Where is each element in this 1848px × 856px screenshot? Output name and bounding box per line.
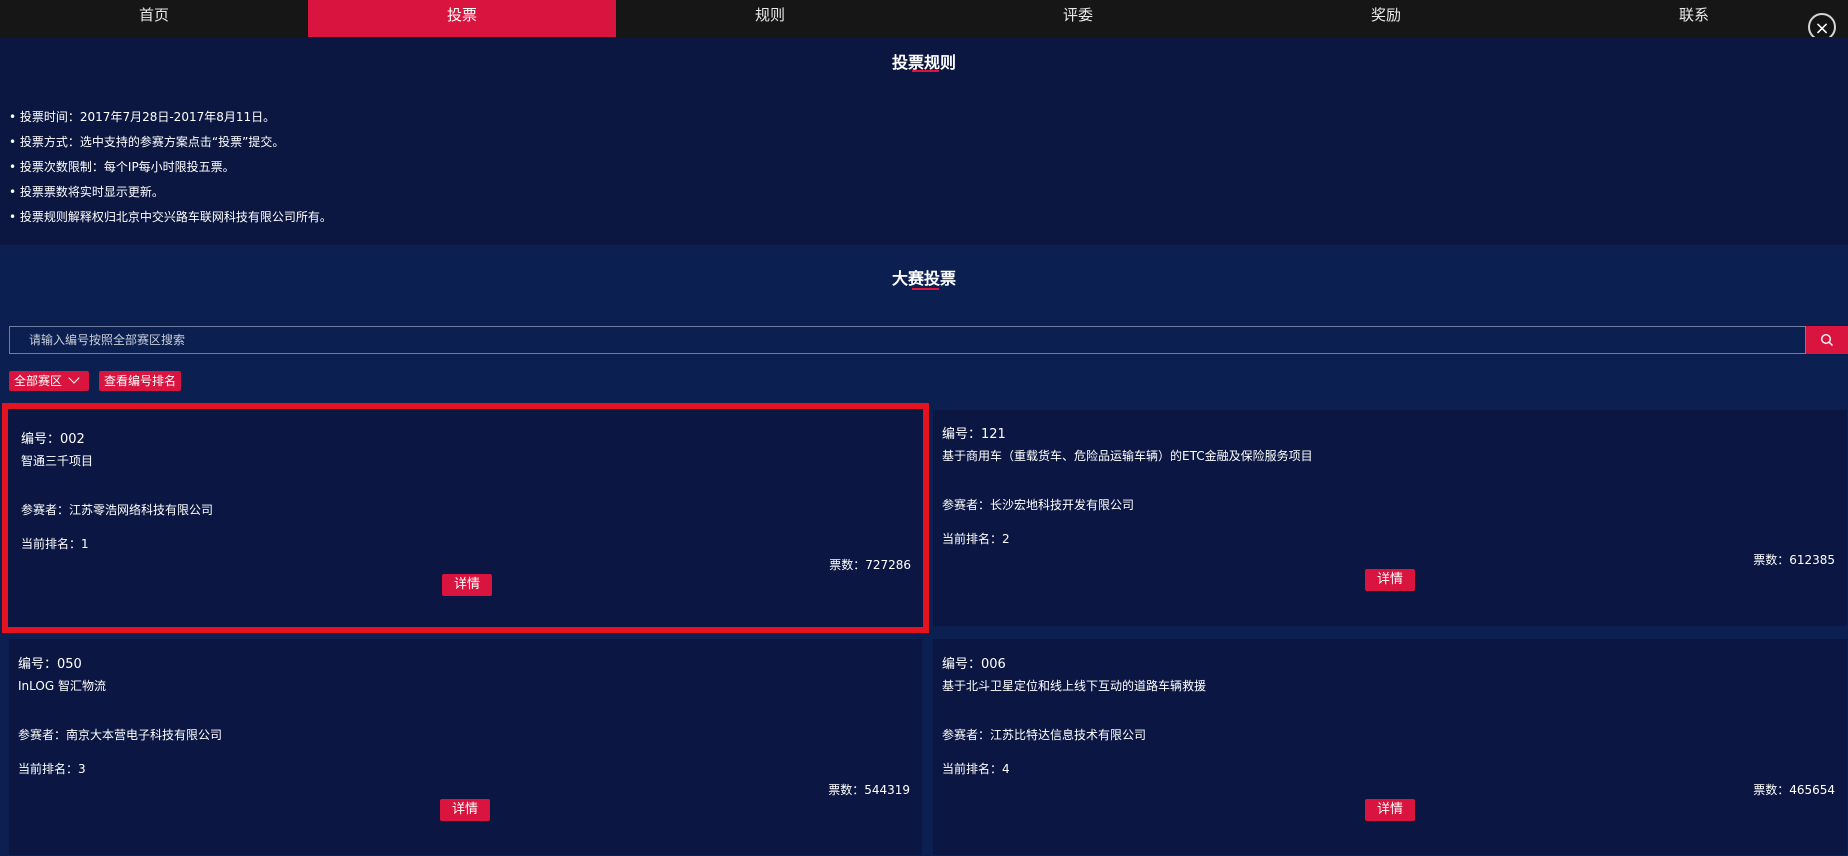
entry-participant: 参赛者：江苏比特达信息技术有限公司 [942,728,1147,742]
entry-votes: 票数：612385 [1753,553,1835,567]
region-select[interactable]: 全部赛区 [9,371,89,391]
nav-item-rules[interactable]: 规则 [616,0,924,37]
detail-button[interactable]: 详情 [440,799,490,821]
entry-participant: 参赛者：长沙宏地科技开发有限公司 [942,498,1135,512]
entry-name: InLOG 智汇物流 [18,679,106,693]
vote-section: 大赛投票 全部赛区 查看编号排名 编号：002 智通三千项目 参赛者：江苏零浩网… [0,245,1848,856]
chevron-down-icon [68,372,80,384]
entry-card: 编号：050 InLOG 智汇物流 参赛者：南京大本营电子科技有限公司 当前排名… [9,639,922,855]
nav-item-home[interactable]: 首页 [0,0,308,37]
entry-rank: 当前排名：4 [942,762,1010,776]
top-nav: 首页 投票 规则 评委 奖励 联系 [0,0,1848,37]
entry-card: 编号：121 基于商用车（重载货车、危险品运输车辆）的ETC金融及保险服务项目 … [933,410,1847,626]
rules-item: 投票票数将实时显示更新。 [9,180,332,205]
vote-title: 大赛投票 [891,269,956,288]
search-icon [1820,333,1833,346]
entry-votes: 票数：465654 [1753,783,1835,797]
entry-rank: 当前排名：2 [942,532,1010,546]
detail-button[interactable]: 详情 [1365,569,1415,591]
search-button[interactable] [1806,326,1848,354]
rules-item: 投票次数限制：每个IP每小时限投五票。 [9,155,332,180]
rules-item: 投票时间：2017年7月28日-2017年8月11日。 [9,105,332,130]
entry-name: 智通三千项目 [21,454,94,468]
nav-item-contact[interactable]: 联系 [1540,0,1848,37]
entry-name: 基于北斗卫星定位和线上线下互动的道路车辆救援 [942,679,1207,693]
search-input[interactable] [9,326,1806,354]
detail-button[interactable]: 详情 [1365,799,1415,821]
entry-rank: 当前排名：1 [21,537,89,551]
entry-card: 编号：006 基于北斗卫星定位和线上线下互动的道路车辆救援 参赛者：江苏比特达信… [933,639,1847,855]
detail-button[interactable]: 详情 [442,574,492,596]
entry-code: 编号：002 [21,432,85,447]
vote-title-underline [912,288,939,290]
nav-item-awards[interactable]: 奖励 [1232,0,1540,37]
entry-code: 编号：121 [942,427,1006,442]
rules-title-underline [912,70,939,72]
entry-code: 编号：050 [18,657,82,672]
rules-item: 投票规则解释权归北京中交兴路车联网科技有限公司所有。 [9,205,332,230]
entry-votes: 票数：727286 [829,558,911,572]
entry-participant: 参赛者：南京大本营电子科技有限公司 [18,728,223,742]
nav-item-judges[interactable]: 评委 [924,0,1232,37]
entry-rank: 当前排名：3 [18,762,86,776]
rules-section: 投票规则 投票时间：2017年7月28日-2017年8月11日。 投票方式：选中… [0,37,1848,245]
region-select-label: 全部赛区 [14,374,63,388]
nav-item-vote[interactable]: 投票 [308,0,616,37]
entry-name: 基于商用车（重载货车、危险品运输车辆）的ETC金融及保险服务项目 [942,449,1313,463]
rules-list: 投票时间：2017年7月28日-2017年8月11日。 投票方式：选中支持的参赛… [9,105,332,230]
entry-code: 编号：006 [942,657,1006,672]
entry-card: 编号：002 智通三千项目 参赛者：江苏零浩网络科技有限公司 当前排名：1 票数… [2,403,929,633]
rules-item: 投票方式：选中支持的参赛方案点击“投票”提交。 [9,130,332,155]
entry-votes: 票数：544319 [828,783,910,797]
view-ranking-button[interactable]: 查看编号排名 [99,371,182,391]
entry-participant: 参赛者：江苏零浩网络科技有限公司 [21,503,214,517]
